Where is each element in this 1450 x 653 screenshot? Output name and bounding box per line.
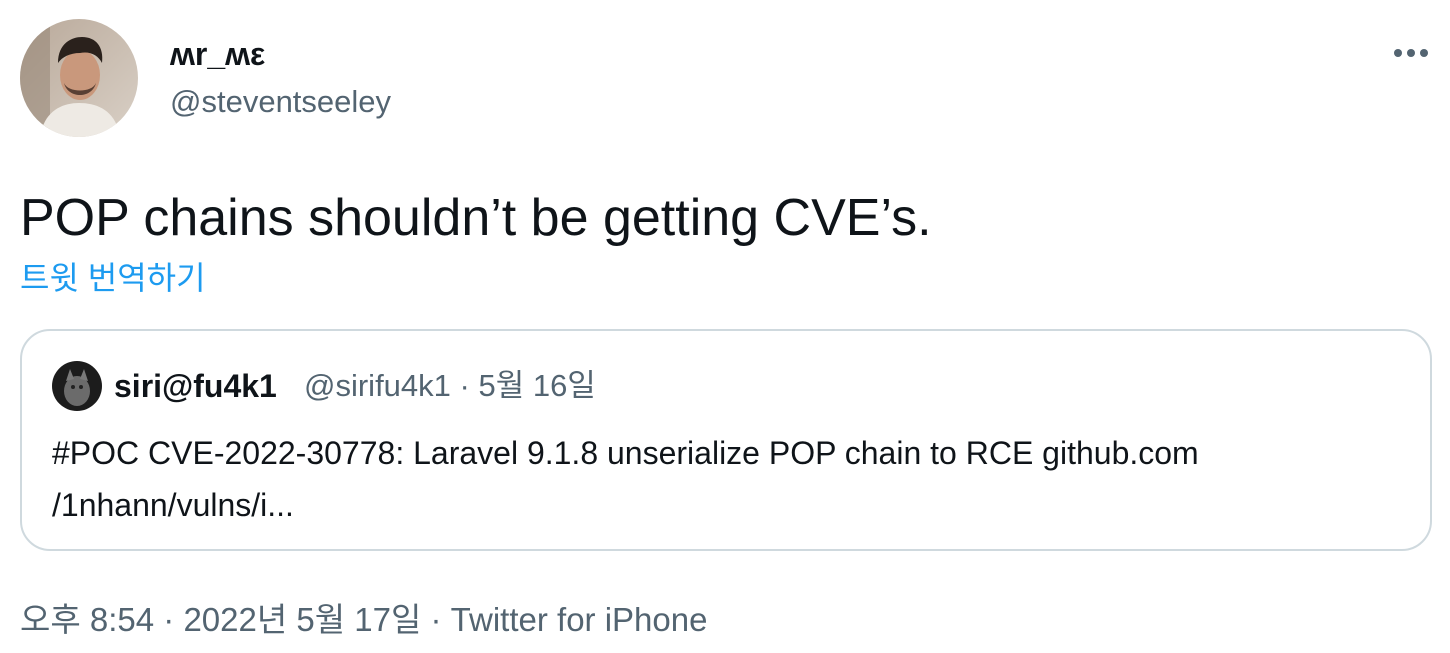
quoted-tweet-text-line: #POC CVE-2022-30778: Laravel 9.1.8 unser…	[52, 435, 1199, 471]
more-options-button[interactable]	[1388, 30, 1434, 76]
tweet: ʍr_ʍε @steventseeley POP chains shouldn’…	[0, 0, 1450, 653]
author-handle[interactable]: @steventseeley	[170, 82, 391, 122]
more-horizontal-icon	[1394, 49, 1428, 57]
quoted-tweet-text: #POC CVE-2022-30778: Laravel 9.1.8 unser…	[52, 427, 1407, 531]
tweet-metadata: 오후 8:54 · 2022년 5월 17일 · Twitter for iPh…	[20, 598, 707, 642]
tweet-timestamp-link[interactable]: 오후 8:54 · 2022년 5월 17일	[20, 601, 421, 638]
author-display-name[interactable]: ʍr_ʍε	[170, 34, 265, 74]
quoted-tweet-text-line: /1nhann/vulns/i...	[52, 487, 294, 523]
quoted-author-display-name: siri@fu4k1	[114, 368, 277, 404]
quoted-author-avatar-image	[52, 361, 102, 411]
quoted-author-avatar	[52, 361, 102, 411]
author-avatar[interactable]	[20, 19, 138, 137]
quoted-author-meta: @sirifu4k1 · 5월 16일	[304, 368, 596, 403]
author-avatar-image	[20, 19, 138, 137]
tweet-text: POP chains shouldn’t be getting CVE’s.	[20, 189, 932, 247]
translate-tweet-link[interactable]: 트윗 번역하기	[20, 258, 206, 298]
metadata-separator: ·	[421, 601, 451, 638]
quoted-tweet-card[interactable]: siri@fu4k1 @sirifu4k1 · 5월 16일 #POC CVE-…	[20, 329, 1432, 551]
tweet-source-link[interactable]: Twitter for iPhone	[451, 601, 708, 638]
